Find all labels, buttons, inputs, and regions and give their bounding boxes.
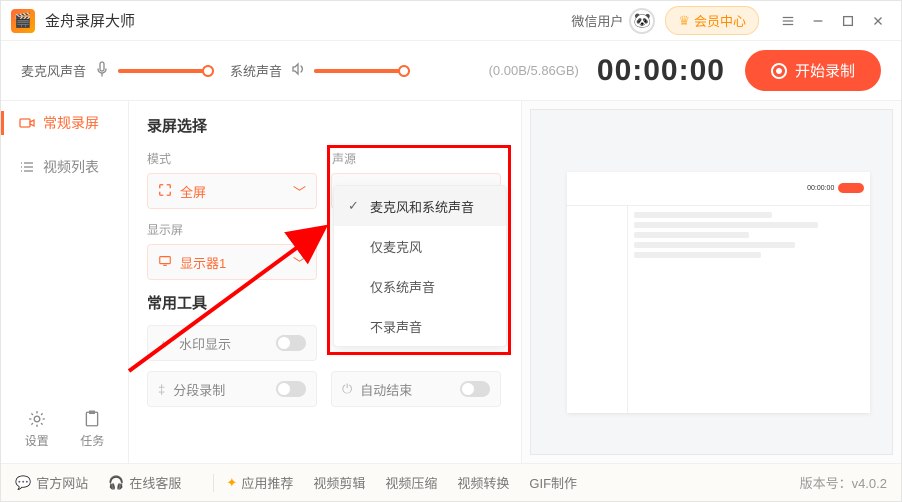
display-label: 显示屏 (147, 221, 323, 238)
mode-value: 全屏 (180, 182, 206, 201)
footer-edit[interactable]: 视频剪辑 (313, 473, 365, 492)
camera-icon (19, 115, 35, 131)
footer-gif[interactable]: GIF制作 (529, 473, 577, 492)
speaker-icon[interactable] (290, 61, 306, 80)
vip-center-button[interactable]: ♛ 会员中心 (665, 6, 759, 35)
section-title: 录屏选择 (147, 115, 503, 136)
record-icon (771, 63, 787, 79)
mode-select[interactable]: 全屏 ﹀ (147, 173, 317, 209)
version-label: 版本号：v4.0.2 (800, 473, 887, 492)
source-option-no-audio[interactable]: 不录声音 (334, 306, 506, 346)
headset-icon: 🎧 (108, 475, 124, 491)
display-value: 显示器1 (180, 253, 226, 272)
avatar[interactable]: 🐼 (629, 8, 655, 34)
footer-compress[interactable]: 视频压缩 (385, 473, 437, 492)
app-logo-icon: 🎬 (11, 9, 35, 33)
source-dropdown: 麦克风和系统声音 仅麦克风 仅系统声音 不录声音 (333, 185, 507, 347)
crown-icon: ♛ (678, 13, 690, 29)
autoend-label: 自动结束 (360, 380, 412, 399)
sparkle-icon: ✦ (226, 475, 237, 491)
gear-icon (28, 410, 46, 428)
tool-autoend: ⏻ 自动结束 (331, 371, 501, 407)
app-title: 金舟录屏大师 (45, 10, 135, 31)
nav-record-label: 常规录屏 (43, 113, 99, 133)
display-select[interactable]: 显示器1 ﹀ (147, 244, 317, 280)
chevron-down-icon: ﹀ (293, 253, 306, 272)
monitor-icon (158, 254, 172, 271)
vip-label: 会员中心 (694, 11, 746, 30)
footer-support[interactable]: 🎧在线客服 (108, 473, 181, 492)
maximize-button[interactable] (835, 8, 861, 34)
start-record-button[interactable]: 开始录制 (745, 50, 881, 91)
mode-label: 模式 (147, 150, 318, 167)
mic-volume-slider[interactable] (118, 69, 208, 73)
microphone-icon[interactable] (94, 61, 110, 80)
mic-label: 麦克风声音 (21, 61, 86, 80)
clipboard-icon (83, 410, 101, 428)
source-label: 声源 (332, 150, 503, 167)
tool-segment: ‡ 分段录制 (147, 371, 317, 407)
chat-icon: 💬 (15, 475, 31, 491)
close-button[interactable] (865, 8, 891, 34)
tasks-label: 任务 (80, 432, 104, 449)
tasks-button[interactable]: 任务 (80, 410, 104, 449)
disk-usage: (0.00B/5.86GB) (489, 63, 579, 78)
source-option-system-only[interactable]: 仅系统声音 (334, 266, 506, 306)
watermark-icon: 〃 (158, 334, 171, 353)
watermark-label: 水印显示 (179, 334, 231, 353)
menu-button[interactable] (775, 8, 801, 34)
segment-label: 分段录制 (173, 380, 225, 399)
list-icon (19, 159, 35, 175)
nav-record[interactable]: 常规录屏 (1, 101, 128, 145)
record-label: 开始录制 (795, 60, 855, 81)
minimize-button[interactable] (805, 8, 831, 34)
tool-watermark: 〃 水印显示 (147, 325, 317, 361)
autoend-toggle[interactable] (460, 381, 490, 397)
segment-toggle[interactable] (276, 381, 306, 397)
footer-official-site[interactable]: 💬官方网站 (15, 473, 88, 492)
watermark-toggle[interactable] (276, 335, 306, 351)
source-option-mic-only[interactable]: 仅麦克风 (334, 226, 506, 266)
system-volume-slider[interactable] (314, 69, 404, 73)
footer-convert[interactable]: 视频转换 (457, 473, 509, 492)
system-audio-label: 系统声音 (230, 61, 282, 80)
footer-apps[interactable]: ✦应用推荐 (226, 473, 293, 492)
preview-panel: 00:00:00 (521, 101, 901, 463)
chevron-down-icon: ﹀ (293, 182, 306, 201)
expand-icon (158, 183, 172, 200)
segment-icon: ‡ (158, 382, 165, 397)
source-option-mic-and-system[interactable]: 麦克风和系统声音 (334, 186, 506, 226)
wechat-user-label: 微信用户 (571, 11, 623, 30)
nav-list-label: 视频列表 (43, 157, 99, 177)
settings-button[interactable]: 设置 (25, 410, 49, 449)
settings-label: 设置 (25, 432, 49, 449)
record-timer: 00:00:00 (597, 54, 725, 88)
nav-video-list[interactable]: 视频列表 (1, 145, 128, 189)
power-icon: ⏻ (342, 381, 352, 397)
